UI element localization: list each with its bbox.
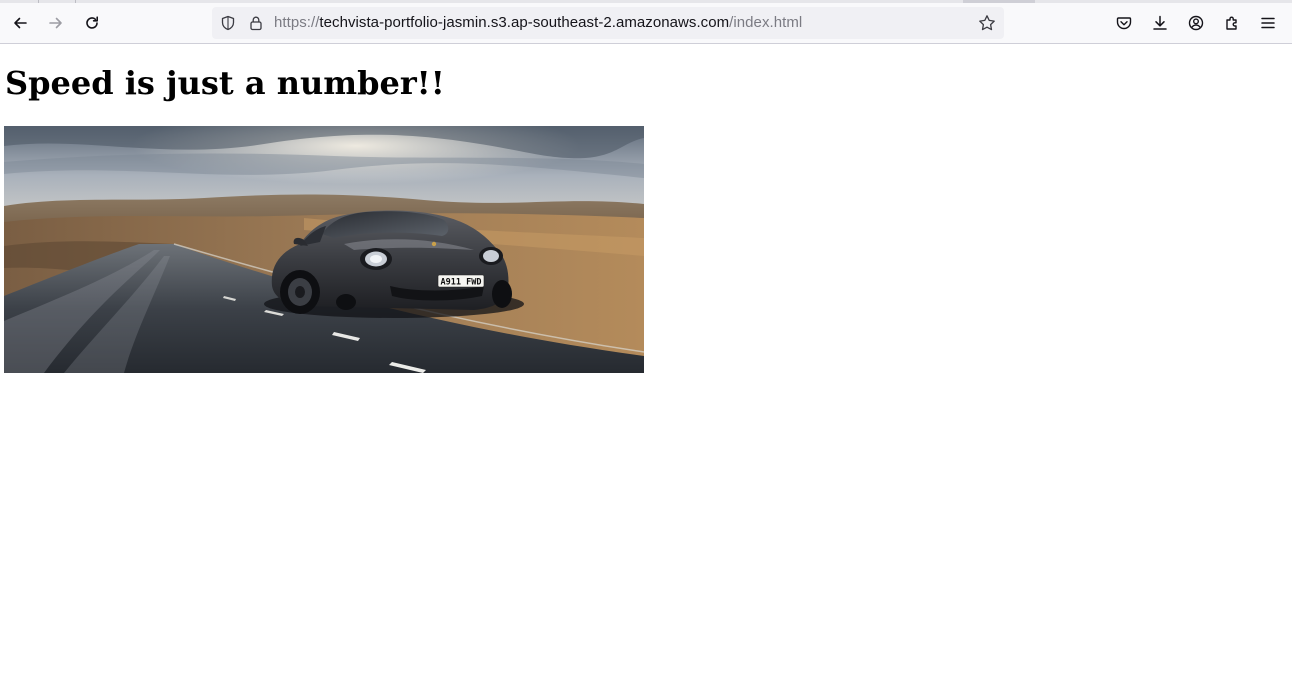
account-icon — [1188, 15, 1204, 31]
car-photo: A911 FWD — [4, 126, 644, 373]
extensions-button[interactable] — [1218, 9, 1246, 37]
tab-strip-edge — [0, 0, 1292, 3]
download-icon — [1153, 15, 1167, 30]
forward-arrow-icon — [49, 17, 62, 29]
shield-icon[interactable] — [220, 15, 236, 31]
downloads-button[interactable] — [1146, 9, 1174, 37]
url-path: /index.html — [729, 14, 803, 31]
hero-image: A911 FWD — [4, 126, 644, 373]
reload-button[interactable] — [78, 9, 106, 37]
address-bar[interactable]: https://techvista-portfolio-jasmin.s3.ap… — [212, 7, 1004, 39]
reload-icon — [86, 16, 98, 29]
browser-toolbar: https://techvista-portfolio-jasmin.s3.ap… — [0, 0, 1292, 44]
account-button[interactable] — [1182, 9, 1210, 37]
url-scheme: https:// — [274, 14, 320, 31]
lock-icon[interactable] — [248, 15, 264, 31]
hamburger-menu-icon — [1261, 17, 1275, 29]
extensions-icon — [1226, 16, 1237, 30]
forward-button[interactable] — [42, 9, 70, 37]
back-button[interactable] — [6, 9, 34, 37]
url-text[interactable]: https://techvista-portfolio-jasmin.s3.ap… — [274, 14, 802, 32]
pocket-icon — [1116, 17, 1132, 30]
star-icon[interactable] — [978, 14, 996, 32]
page-title: Speed is just a number!! — [5, 64, 445, 102]
back-arrow-icon — [14, 17, 27, 29]
license-plate: A911 FWD — [441, 278, 482, 288]
url-host: techvista-portfolio-jasmin.s3.ap-southea… — [319, 14, 730, 31]
app-menu-button[interactable] — [1254, 9, 1282, 37]
pocket-button[interactable] — [1110, 9, 1138, 37]
